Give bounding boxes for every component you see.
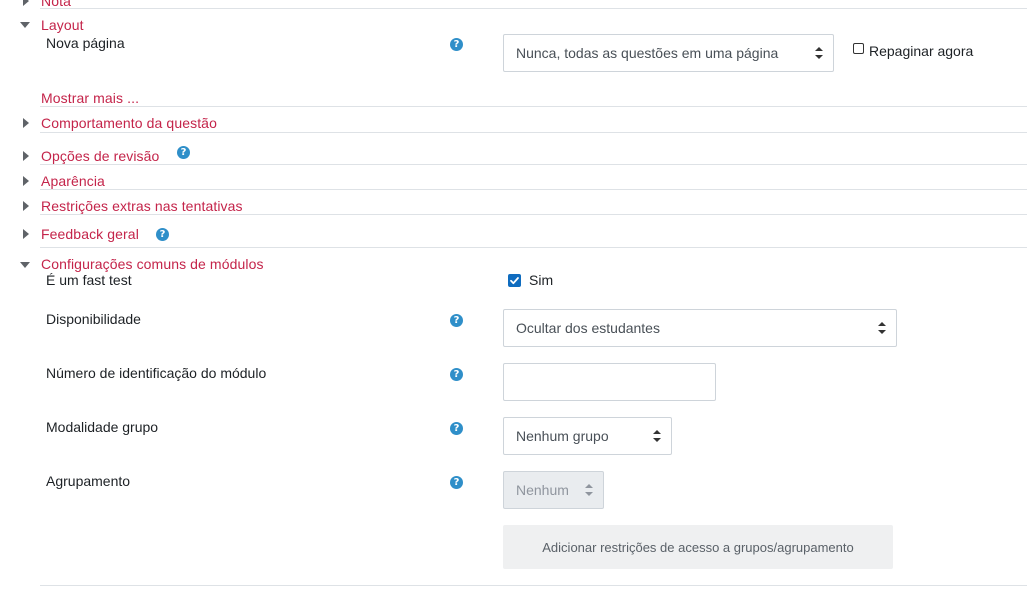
help-icon[interactable]: ? [450,314,463,327]
help-icon[interactable]: ? [450,38,463,51]
help-icon[interactable]: ? [156,228,169,241]
mostrar-mais-link[interactable]: Mostrar mais ... [41,90,139,106]
agrupamento-value: Nenhum [516,482,569,498]
caret-down-icon[interactable] [20,22,30,28]
caret-right-icon[interactable] [23,229,29,239]
repaginar-label[interactable]: Repaginar agora [869,43,973,59]
disponibilidade-value: Ocultar dos estudantes [516,320,660,336]
caret-right-icon[interactable] [23,0,29,6]
section-opcoes-revisao-link[interactable]: Opções de revisão [41,148,159,164]
modalidade-select[interactable]: Nenhum grupo [503,417,672,455]
divider [40,214,1027,215]
divider [40,106,1027,107]
divider [40,8,1027,9]
divider [40,189,1027,190]
nova-pagina-select[interactable]: Nunca, todas as questões em uma página [503,34,834,72]
section-configuracoes-link[interactable]: Configurações comuns de módulos [41,256,264,272]
help-icon[interactable]: ? [450,368,463,381]
disponibilidade-label: Disponibilidade [46,311,141,327]
help-icon[interactable]: ? [450,422,463,435]
divider [40,132,1027,133]
caret-right-icon[interactable] [23,151,29,161]
section-restricoes-link[interactable]: Restrições extras nas tentativas [41,198,243,214]
idnumber-input[interactable] [503,363,716,401]
repaginar-checkbox[interactable] [853,43,864,54]
modalidade-value: Nenhum grupo [516,428,609,444]
agrupamento-label: Agrupamento [46,473,131,489]
caret-down-icon[interactable] [20,262,30,268]
section-aparencia-link[interactable]: Aparência [41,173,105,189]
fast-test-checkbox[interactable] [508,274,521,287]
fast-test-label: É um fast test [46,272,132,288]
section-comportamento-link[interactable]: Comportamento da questão [41,115,217,131]
sort-arrows-icon [815,47,823,59]
divider [40,585,1027,586]
caret-right-icon[interactable] [23,176,29,186]
help-icon[interactable]: ? [177,146,190,159]
divider [40,164,1027,165]
nova-pagina-value: Nunca, todas as questões em uma página [516,45,779,61]
caret-right-icon[interactable] [23,118,29,128]
help-icon[interactable]: ? [450,476,463,489]
section-layout-link[interactable]: Layout [41,17,84,33]
modalidade-label: Modalidade grupo [46,419,159,435]
sort-arrows-icon [585,484,593,496]
agrupamento-select: Nenhum [503,471,604,509]
sort-arrows-icon [878,322,886,334]
disponibilidade-select[interactable]: Ocultar dos estudantes [503,309,897,347]
nova-pagina-label: Nova página [46,35,125,51]
idnumber-label: Número de identificação do módulo [46,365,267,381]
caret-right-icon[interactable] [23,201,29,211]
sort-arrows-icon [653,430,661,442]
fast-test-value[interactable]: Sim [529,272,553,288]
divider [40,247,1027,248]
section-feedback-link[interactable]: Feedback geral [41,226,139,242]
add-restrictions-button[interactable]: Adicionar restrições de acesso a grupos/… [503,525,893,569]
check-icon [510,277,519,285]
